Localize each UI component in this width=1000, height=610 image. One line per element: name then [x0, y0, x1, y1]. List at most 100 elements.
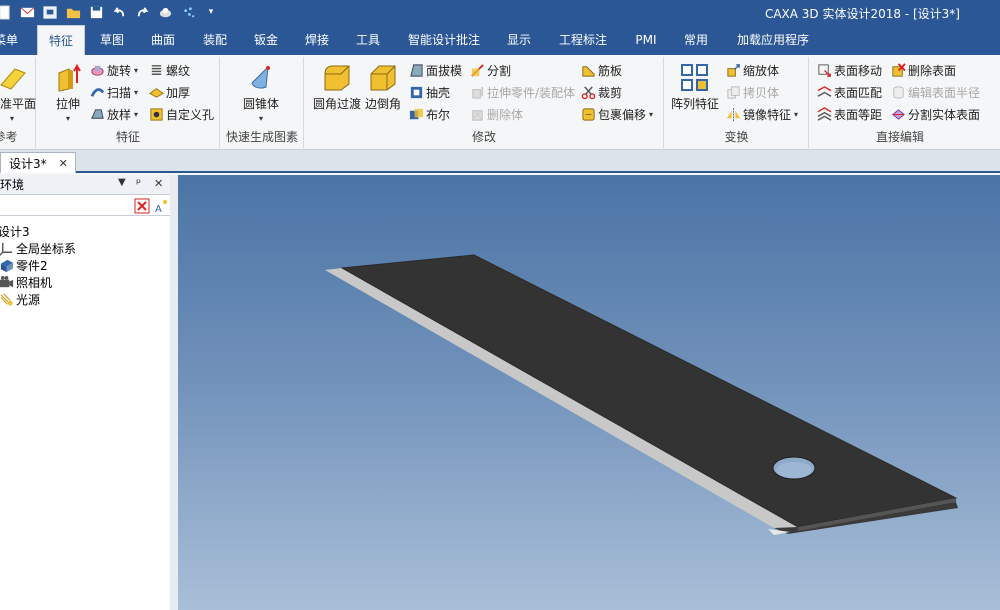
tab-display[interactable]: 显示	[501, 25, 537, 55]
tab-tools[interactable]: 工具	[350, 25, 386, 55]
scissors-icon	[580, 84, 596, 100]
tree-item-label: 光源	[16, 293, 41, 307]
thicken-button[interactable]: 加厚	[148, 83, 190, 101]
mirror-icon	[725, 106, 741, 122]
new-icon[interactable]	[0, 4, 12, 20]
match-face-icon	[816, 84, 832, 100]
datum-plane-label: 基准平面	[0, 97, 37, 111]
draft-face-button[interactable]: 面拔模	[408, 61, 462, 79]
thread-button[interactable]: 螺纹	[148, 61, 190, 79]
tab-sketch[interactable]: 草图	[94, 25, 130, 55]
rib-label: 筋板	[598, 63, 623, 78]
copy-body-button[interactable]: 拷贝体	[725, 83, 779, 101]
delete-body-button[interactable]: 删除体	[469, 105, 523, 123]
delete-face-icon	[890, 62, 906, 78]
panel-menu-icon[interactable]: ▼	[118, 177, 126, 188]
custom-hole-button[interactable]: 自定义孔	[148, 105, 214, 123]
trim-button[interactable]: 裁剪	[580, 83, 622, 101]
split-button[interactable]: 分割	[469, 61, 511, 79]
wrap-offset-button[interactable]: 包裹偏移 ▾	[580, 105, 653, 123]
loft-button[interactable]: 放样 ▾	[89, 105, 138, 123]
part-icon	[0, 258, 14, 274]
split-icon	[469, 62, 485, 78]
chamfer-button[interactable]: 边倒角	[365, 61, 401, 112]
tab-feature[interactable]: 特征	[37, 25, 85, 56]
tab-sheetmetal[interactable]: 钣金	[248, 25, 284, 55]
split-solid-label: 分割实体表面	[908, 107, 981, 122]
3d-viewport[interactable]	[178, 175, 1000, 610]
extrude-icon	[51, 61, 85, 95]
close-icon[interactable]: ✕	[59, 157, 68, 170]
svg-text:A: A	[155, 204, 162, 214]
scale-body-button[interactable]: 缩放体	[725, 61, 779, 79]
pattern-icon	[678, 61, 712, 95]
move-face-button[interactable]: 表面移动	[816, 61, 882, 79]
ribbon-tabs: 菜单 特征 草图 曲面 装配 钣金 焊接 工具 智能设计批注 显示 工程标注 P…	[0, 25, 1000, 56]
tab-assembly[interactable]: 装配	[197, 25, 233, 55]
close-icon[interactable]: ✕	[154, 177, 163, 190]
mirror-feature-button[interactable]: 镜像特征 ▾	[725, 105, 798, 123]
split-solid-face-button[interactable]: 分割实体表面	[890, 105, 980, 123]
split-label: 分割	[487, 63, 512, 78]
qat-dropdown-icon[interactable]: ▾	[203, 4, 219, 20]
panel-splitter[interactable]	[170, 175, 178, 610]
redo-icon[interactable]	[134, 4, 150, 20]
fillet-button[interactable]: 圆角过渡	[313, 61, 361, 112]
document-tab[interactable]: 设计3* ✕	[0, 152, 76, 173]
copy-icon	[725, 84, 741, 100]
cone-button[interactable]: 圆锥体 ▾	[243, 61, 279, 123]
mail-icon[interactable]	[19, 4, 35, 20]
chevron-down-icon: ▾	[65, 114, 70, 123]
sweep-label: 扫描	[107, 85, 132, 100]
move-face-label: 表面移动	[834, 63, 883, 78]
document-tab-bar: 设计3* ✕	[0, 150, 1000, 173]
revolve-button[interactable]: 旋转 ▾	[89, 61, 138, 79]
sparkle-icon[interactable]	[180, 4, 196, 20]
delete-face-button[interactable]: 删除表面	[890, 61, 956, 79]
pattern-feature-button[interactable]: 阵列特征	[671, 61, 719, 112]
tree-item-design[interactable]: 设计3	[0, 223, 30, 240]
tree-item-camera[interactable]: 照相机	[0, 274, 52, 291]
filter-icon[interactable]: A	[153, 198, 169, 215]
chevron-down-icon: ▾	[134, 109, 139, 119]
wrap-offset-label: 包裹偏移	[598, 107, 647, 122]
extrude-part-button[interactable]: 拉伸零件/装配体	[469, 83, 575, 101]
offset-face-button[interactable]: 表面等距	[816, 105, 882, 123]
rib-button[interactable]: 筋板	[580, 61, 622, 79]
boolean-label: 布尔	[426, 107, 451, 122]
datum-plane-button[interactable]: 基准平面 ▾	[0, 61, 36, 123]
boolean-button[interactable]: 布尔	[408, 105, 450, 123]
extrude-button[interactable]: 拉伸 ▾	[51, 61, 85, 123]
pin-icon[interactable]: ᵖ	[136, 176, 141, 190]
tab-engineering-annotation[interactable]: 工程标注	[553, 25, 613, 55]
light-icon	[0, 292, 14, 308]
tree-item-global-coordinate[interactable]: 全局坐标系	[0, 240, 76, 257]
sweep-button[interactable]: 扫描 ▾	[89, 83, 138, 101]
window-title: CAXA 3D 实体设计2018 - [设计3*]	[764, 7, 960, 21]
clear-filter-icon[interactable]	[134, 198, 150, 214]
tab-weld[interactable]: 焊接	[299, 25, 335, 55]
save-icon[interactable]	[88, 4, 104, 20]
tree-item-part[interactable]: 零件2	[0, 257, 48, 274]
match-face-button[interactable]: 表面匹配	[816, 83, 882, 101]
open-folder-icon[interactable]	[65, 4, 81, 20]
group-feature: 拉伸 ▾ 旋转 ▾ 扫描 ▾ 放样 ▾ 螺纹 加厚 自定义孔 特征	[37, 57, 220, 148]
tab-surface[interactable]: 曲面	[145, 25, 181, 55]
blade-model[interactable]	[178, 175, 1000, 610]
edit-face-radius-button[interactable]: 编辑表面半径	[890, 83, 980, 101]
tab-menu[interactable]: 菜单	[0, 25, 22, 55]
undo-icon[interactable]	[111, 4, 127, 20]
tab-smart-annotation[interactable]: 智能设计批注	[403, 25, 485, 55]
tab-pmi[interactable]: PMI	[629, 25, 663, 55]
extrude-part-icon	[469, 84, 485, 100]
sweep-icon	[89, 84, 105, 100]
revolve-icon	[89, 62, 105, 78]
save-as-icon[interactable]	[42, 4, 58, 20]
group-label-direct-edit: 直接编辑	[875, 130, 924, 144]
tree-item-light[interactable]: 光源	[0, 291, 40, 308]
tab-common[interactable]: 常用	[678, 25, 714, 55]
ribbon-panel: 基准平面 ▾ 参考 拉伸 ▾ 旋转▾ 扫描▾ 放样▾ 螺纹 加厚	[0, 55, 1000, 150]
tab-addins[interactable]: 加载应用程序	[731, 25, 815, 55]
shell-button[interactable]: 抽壳	[408, 83, 450, 101]
render-icon[interactable]	[157, 4, 173, 20]
